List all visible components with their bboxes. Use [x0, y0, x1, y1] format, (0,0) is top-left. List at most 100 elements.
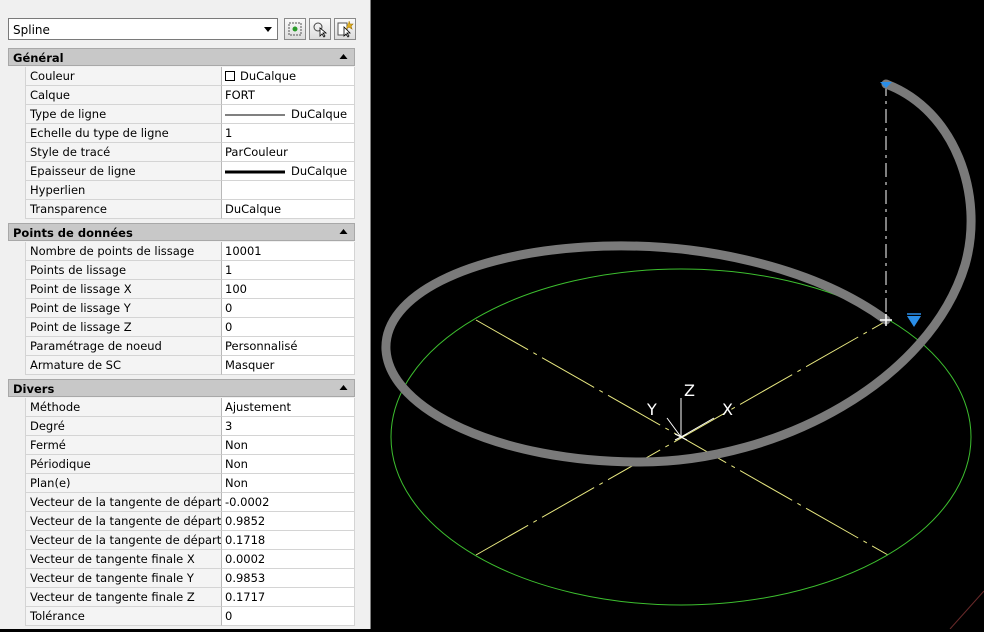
property-value[interactable]: Non [221, 436, 355, 455]
property-row[interactable]: Méthode Ajustement [8, 398, 355, 417]
ucs-icon [666, 398, 715, 441]
property-value-text: 0.9852 [225, 514, 266, 528]
row-gutter [8, 493, 25, 512]
property-label: Calque [25, 86, 221, 105]
property-label: Fermé [25, 436, 221, 455]
property-value[interactable]: 0.1717 [221, 588, 355, 607]
grip-triangle-marker[interactable] [907, 316, 921, 327]
property-value[interactable]: Non [221, 474, 355, 493]
chevron-up-icon[interactable] [339, 383, 348, 392]
property-value-text: Masquer [225, 358, 275, 372]
property-row[interactable]: Périodique Non [8, 455, 355, 474]
property-row[interactable]: Nombre de points de lissage 10001 [8, 242, 355, 261]
section-header[interactable]: Divers [8, 379, 355, 397]
section-header[interactable]: Général [8, 48, 355, 66]
row-gutter [8, 200, 25, 219]
property-value[interactable]: 10001 [221, 242, 355, 261]
row-gutter [8, 105, 25, 124]
property-row[interactable]: Degré 3 [8, 417, 355, 436]
section-header[interactable]: Points de données [8, 223, 355, 241]
property-label: Plan(e) [25, 474, 221, 493]
property-value-text: DuCalque [240, 69, 297, 83]
property-value[interactable]: DuCalque [221, 67, 355, 86]
property-row[interactable]: Epaisseur de ligne DuCalque [8, 162, 355, 181]
property-value[interactable]: 0 [221, 318, 355, 337]
row-gutter [8, 436, 25, 455]
property-row[interactable]: Points de lissage 1 [8, 261, 355, 280]
property-value[interactable]: 0 [221, 299, 355, 318]
property-value[interactable]: 0.1718 [221, 531, 355, 550]
chevron-up-icon[interactable] [339, 52, 348, 61]
property-label: Points de lissage [25, 261, 221, 280]
drawing-viewport[interactable]: Y Z X [372, 0, 984, 630]
property-value[interactable]: 3 [221, 417, 355, 436]
property-value[interactable]: DuCalque [221, 200, 355, 219]
property-row[interactable]: Echelle du type de ligne 1 [8, 124, 355, 143]
property-row[interactable]: Type de ligne DuCalque [8, 105, 355, 124]
property-row[interactable]: Calque FORT [8, 86, 355, 105]
property-value[interactable]: -0.0002 [221, 493, 355, 512]
chevron-down-icon [264, 27, 272, 32]
property-value[interactable]: 1 [221, 261, 355, 280]
property-value-text: 0.9853 [225, 571, 266, 585]
property-value-text: FORT [225, 88, 255, 102]
row-gutter [8, 143, 25, 162]
property-value-text: 0 [225, 320, 233, 334]
property-row[interactable]: Armature de SC Masquer [8, 356, 355, 375]
property-row[interactable]: Paramétrage de noeud Personnalisé [8, 337, 355, 356]
select-objects-button[interactable] [309, 18, 331, 40]
property-value[interactable]: DuCalque [221, 105, 355, 124]
property-row[interactable]: Transparence DuCalque [8, 200, 355, 219]
property-row[interactable]: Vecteur de tangente finale X 0.0002 [8, 550, 355, 569]
property-row[interactable]: Tolérance 0 [8, 607, 355, 626]
object-type-dropdown[interactable]: Spline [8, 18, 278, 40]
property-row[interactable]: Point de lissage X 100 [8, 280, 355, 299]
property-value[interactable]: DuCalque [221, 162, 355, 181]
property-value[interactable]: 1 [221, 124, 355, 143]
property-value[interactable]: 0.9852 [221, 512, 355, 531]
row-gutter [8, 261, 25, 280]
viewport-corner-line [949, 590, 984, 630]
property-label: Vecteur de tangente finale Z [25, 588, 221, 607]
property-row[interactable]: Couleur DuCalque [8, 67, 355, 86]
property-row[interactable]: Vecteur de tangente finale Y 0.9853 [8, 569, 355, 588]
property-value[interactable]: 0.9853 [221, 569, 355, 588]
property-value[interactable]: Masquer [221, 356, 355, 375]
property-value[interactable]: 100 [221, 280, 355, 299]
property-value[interactable]: Non [221, 455, 355, 474]
property-value-text: 10001 [225, 244, 262, 258]
row-gutter [8, 67, 25, 86]
property-label: Vecteur de tangente finale Y [25, 569, 221, 588]
row-gutter [8, 86, 25, 105]
property-value[interactable]: 0 [221, 607, 355, 626]
property-row[interactable]: Fermé Non [8, 436, 355, 455]
property-value-text: -0.0002 [225, 495, 270, 509]
quick-select-button[interactable] [284, 18, 306, 40]
property-row[interactable]: Point de lissage Z 0 [8, 318, 355, 337]
property-value[interactable]: ParCouleur [221, 143, 355, 162]
property-row[interactable]: Style de tracé ParCouleur [8, 143, 355, 162]
property-label: Style de tracé [25, 143, 221, 162]
property-value[interactable]: Personnalisé [221, 337, 355, 356]
property-value[interactable]: FORT [221, 86, 355, 105]
property-value[interactable] [221, 181, 355, 200]
color-swatch [225, 71, 235, 81]
model-space-canvas[interactable]: Y Z X [372, 0, 984, 630]
property-row[interactable]: Vecteur de tangente finale Z 0.1717 [8, 588, 355, 607]
property-row[interactable]: Hyperlien [8, 181, 355, 200]
property-value[interactable]: 0.0002 [221, 550, 355, 569]
property-row[interactable]: Point de lissage Y 0 [8, 299, 355, 318]
property-row[interactable]: Vecteur de la tangente de départ Y 0.9852 [8, 512, 355, 531]
property-row[interactable]: Vecteur de la tangente de départ X -0.000… [8, 493, 355, 512]
property-value-text: 0 [225, 609, 233, 623]
chevron-up-icon[interactable] [339, 227, 348, 236]
property-row[interactable]: Vecteur de la tangente de départ Z 0.1718 [8, 531, 355, 550]
row-gutter [8, 531, 25, 550]
property-row[interactable]: Plan(e) Non [8, 474, 355, 493]
toggle-pickadd-button[interactable] [334, 18, 356, 40]
row-gutter [8, 162, 25, 181]
property-value-text: 100 [225, 282, 247, 296]
property-value[interactable]: Ajustement [221, 398, 355, 417]
row-gutter [8, 280, 25, 299]
property-label: Epaisseur de ligne [25, 162, 221, 181]
